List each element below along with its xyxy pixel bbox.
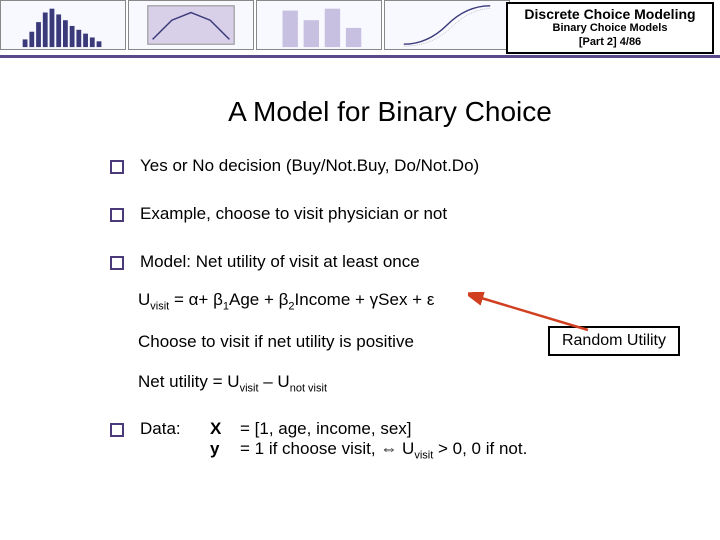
mini-chart-area	[128, 0, 254, 50]
bullet-3: Model: Net utility of visit at least onc…	[110, 252, 670, 272]
choose-line: Choose to visit if net utility is positi…	[138, 332, 670, 352]
bullet-3-text: Model: Net utility of visit at least onc…	[140, 252, 670, 272]
bullet-1: Yes or No decision (Buy/Not.Buy, Do/Not.…	[110, 156, 670, 176]
eq-rest: Income + γSex + ε	[295, 290, 435, 309]
bullet-4: Data: X = [1, age, income, sex] y = 1 if…	[110, 419, 670, 461]
mini-chart-bars	[0, 0, 126, 50]
eq-age: Age + β	[229, 290, 288, 309]
bullet-1-text: Yes or No decision (Buy/Not.Buy, Do/Not.…	[140, 156, 670, 176]
bullet-2-text: Example, choose to visit physician or no…	[140, 204, 670, 224]
eq-mid: = α+ β	[169, 290, 223, 309]
data-x-def: = [1, age, income, sex]	[240, 419, 670, 439]
data-x: X	[210, 419, 240, 439]
bullet-icon	[110, 160, 124, 174]
mini-chart-bars2	[256, 0, 382, 50]
mini-chart-curve	[384, 0, 510, 50]
slide-content: A Model for Binary Choice Yes or No deci…	[0, 58, 720, 471]
course-subtitle: Binary Choice Models	[508, 22, 712, 34]
data-y: y	[210, 439, 240, 459]
bullet-icon	[110, 423, 124, 437]
bullet-icon	[110, 208, 124, 222]
data-y-def: = 1 if choose visit, ⇔ Uvisit > 0, 0 if …	[240, 439, 670, 461]
utility-equation: Uvisit = α+ β1Age + β2Income + γSex + ε	[138, 290, 670, 312]
bullet-4-content: Data: X = [1, age, income, sex] y = 1 if…	[140, 419, 670, 461]
header-mini-charts	[0, 0, 510, 50]
bullet-2: Example, choose to visit physician or no…	[110, 204, 670, 224]
part-indicator: [Part 2] 4/86	[508, 36, 712, 48]
random-utility-box: Random Utility	[548, 326, 680, 356]
slide-header: Discrete Choice Modeling Binary Choice M…	[0, 0, 720, 58]
header-title-box: Discrete Choice Modeling Binary Choice M…	[506, 2, 714, 54]
eq-sub: visit	[150, 300, 169, 312]
choose-text: Choose to visit if net utility is positi…	[138, 332, 414, 351]
course-title: Discrete Choice Modeling	[508, 6, 712, 22]
data-label: Data:	[140, 419, 210, 439]
net-lhs: Net utility = U	[138, 372, 240, 391]
net-sub2: not visit	[290, 383, 327, 395]
slide-title: A Model for Binary Choice	[110, 96, 670, 128]
bullet-icon	[110, 256, 124, 270]
eq-u: U	[138, 290, 150, 309]
net-utility-line: Net utility = Uvisit – Unot visit	[138, 372, 670, 394]
net-sub1: visit	[240, 383, 259, 395]
net-mid: – U	[259, 372, 290, 391]
